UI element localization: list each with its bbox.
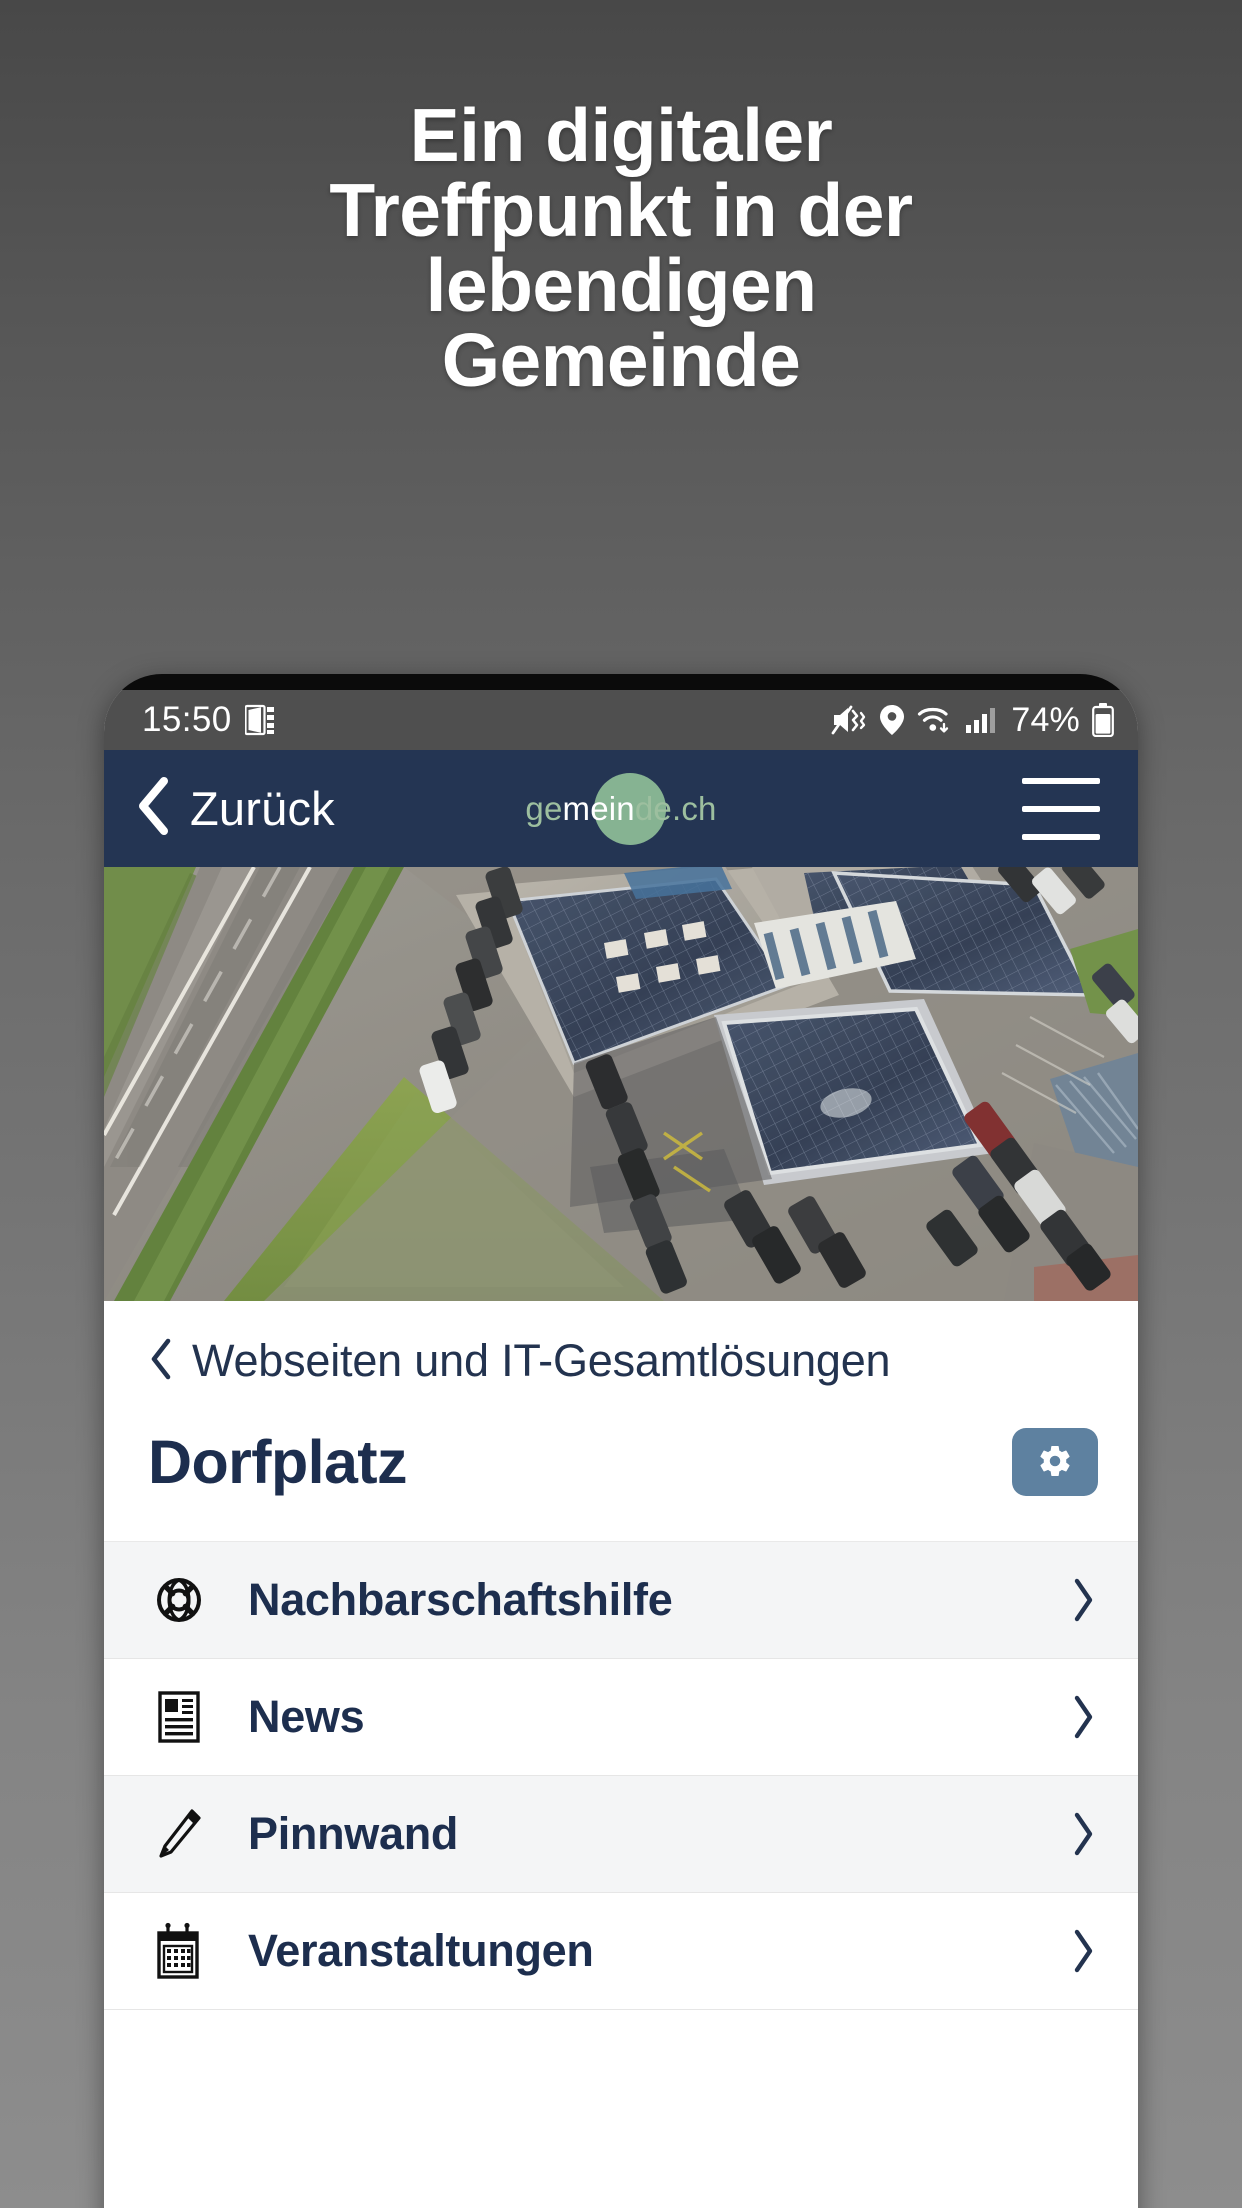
office-app-icon: [244, 704, 275, 736]
lifebuoy-icon: [148, 1572, 210, 1628]
cellular-signal-icon: [965, 704, 997, 736]
gear-icon: [1037, 1443, 1073, 1482]
back-button-label: Zurück: [190, 782, 335, 835]
list-item-label: Veranstaltungen: [248, 1925, 594, 1976]
list-item-veranstaltungen[interactable]: Veranstaltungen: [104, 1893, 1138, 2010]
page-content: Webseiten und IT-Gesamtlösungen Dorfplat…: [104, 1301, 1138, 2010]
chevron-left-icon: [148, 1337, 174, 1386]
location-icon: [879, 704, 905, 736]
list-item-nachbarschaftshilfe[interactable]: Nachbarschaftshilfe: [104, 1542, 1138, 1659]
chevron-right-icon: [1070, 1577, 1096, 1623]
pencil-icon: [148, 1806, 210, 1862]
phone-screen: 15:50 74% Zurück gemeinde.ch Webseiten u…: [104, 690, 1138, 2208]
hero-aerial-photo: [104, 867, 1138, 1301]
title-row: Dorfplatz: [104, 1405, 1138, 1541]
logo-part-2: mein: [562, 789, 635, 827]
settings-button[interactable]: [1012, 1428, 1098, 1496]
promo-headline: Ein digitaler Treffpunkt in der lebendig…: [329, 93, 913, 402]
app-nav-bar: Zurück gemeinde.ch: [104, 750, 1138, 867]
list-item-label: Nachbarschaftshilfe: [248, 1574, 673, 1625]
breadcrumb[interactable]: Webseiten und IT-Gesamtlösungen: [104, 1301, 1138, 1405]
page-title: Dorfplatz: [148, 1428, 408, 1496]
wifi-icon: [917, 704, 953, 736]
menu-list: Nachbarschaftshilfe News Pinnwand Verans…: [104, 1541, 1138, 2010]
chevron-right-icon: [1070, 1928, 1096, 1974]
battery-percent: 74%: [1011, 700, 1080, 739]
logo-part-1: ge: [525, 789, 563, 827]
logo-part-3: de.ch: [634, 789, 717, 827]
hamburger-line-3: [1022, 833, 1100, 840]
chevron-right-icon: [1070, 1811, 1096, 1857]
calendar-icon: [148, 1922, 210, 1980]
status-bar: 15:50 74%: [104, 690, 1138, 750]
mute-vibrate-icon: [831, 704, 867, 736]
list-item-pinnwand[interactable]: Pinnwand: [104, 1776, 1138, 1893]
newspaper-icon: [148, 1689, 210, 1745]
hamburger-menu-icon[interactable]: [1022, 777, 1100, 840]
hamburger-line-1: [1022, 777, 1100, 784]
list-item-news[interactable]: News: [104, 1659, 1138, 1776]
phone-frame: 15:50 74% Zurück gemeinde.ch Webseiten u…: [104, 674, 1138, 2208]
gemeinde-logo[interactable]: gemeinde.ch: [519, 772, 722, 845]
list-item-label: News: [248, 1691, 365, 1742]
breadcrumb-label: Webseiten und IT-Gesamtlösungen: [192, 1335, 891, 1386]
chevron-left-icon: [136, 776, 172, 841]
hero-photo-illustration: [104, 867, 1138, 1301]
promo-screenshot: Ein digitaler Treffpunkt in der lebendig…: [0, 0, 1242, 2208]
back-button[interactable]: Zurück: [136, 776, 335, 841]
battery-icon: [1092, 703, 1114, 737]
chevron-right-icon: [1070, 1694, 1096, 1740]
status-time: 15:50: [142, 700, 232, 739]
logo-text: gemeinde.ch: [525, 790, 716, 827]
hamburger-line-2: [1022, 805, 1100, 812]
list-item-label: Pinnwand: [248, 1808, 459, 1859]
